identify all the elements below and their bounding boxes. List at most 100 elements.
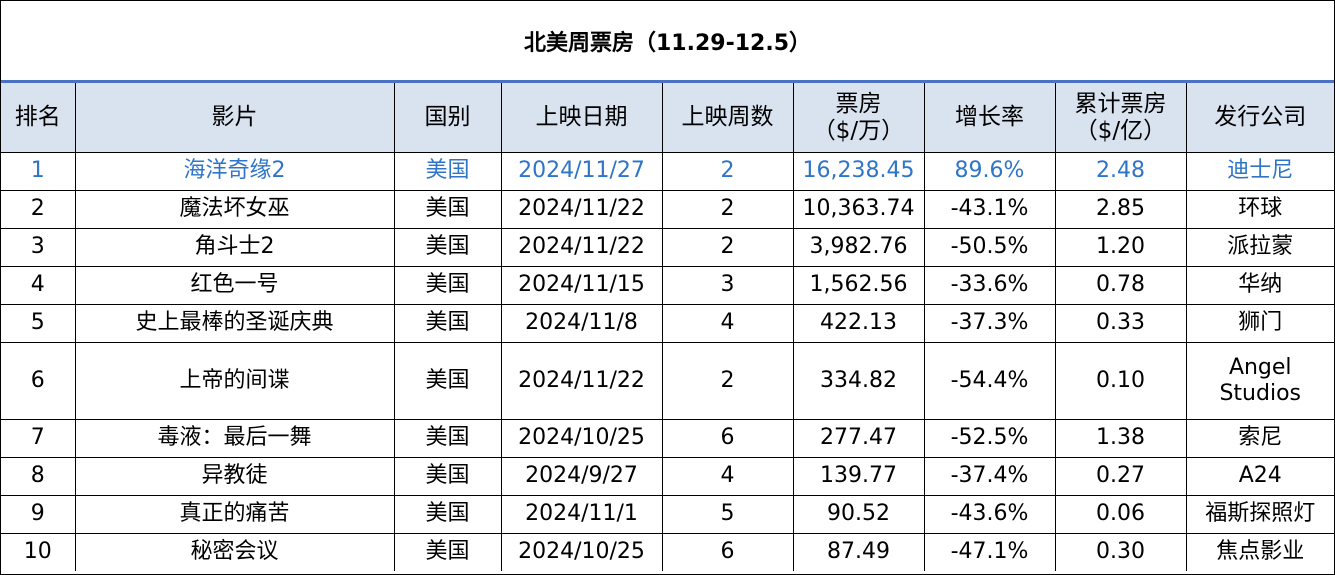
cell-distributor: 狮门: [1185, 304, 1334, 343]
cell-release-date: 2024/10/25: [500, 419, 663, 458]
cell-rank: 1: [1, 152, 76, 191]
cell-cumulative: 0.06: [1054, 495, 1187, 534]
cell-distributor: 福斯探照灯: [1185, 495, 1334, 534]
cell-release-date: 2024/10/25: [500, 533, 663, 571]
header-cumulative: 累计票房 （$/亿）: [1054, 83, 1187, 153]
cell-weeks: 2: [661, 152, 794, 191]
cell-weeks: 6: [661, 533, 794, 571]
cell-growth: -37.4%: [923, 457, 1056, 496]
cell-weeks: 2: [661, 342, 794, 420]
cell-film: 上帝的间谍: [74, 342, 395, 420]
cell-distributor: 华纳: [1185, 266, 1334, 305]
cell-film: 史上最棒的圣诞庆典: [74, 304, 395, 343]
cell-weeks: 4: [661, 457, 794, 496]
cell-film: 海洋奇缘2: [74, 152, 395, 191]
cell-country: 美国: [393, 533, 502, 571]
cell-country: 美国: [393, 457, 502, 496]
cell-distributor: 环球: [1185, 190, 1334, 229]
cell-release-date: 2024/11/22: [500, 190, 663, 229]
cell-box-office: 16,238.45: [792, 152, 925, 191]
cell-cumulative: 0.33: [1054, 304, 1187, 343]
cell-growth: -37.3%: [923, 304, 1056, 343]
table-row: 5 史上最棒的圣诞庆典 美国 2024/11/8 4 422.13 -37.3%…: [1, 304, 1334, 343]
table-row: 4 红色一号 美国 2024/11/15 3 1,562.56 -33.6% 0…: [1, 266, 1334, 305]
cell-box-office: 277.47: [792, 419, 925, 458]
cell-cumulative: 1.20: [1054, 228, 1187, 267]
cell-rank: 6: [1, 342, 76, 420]
cell-cumulative: 1.38: [1054, 419, 1187, 458]
cell-release-date: 2024/11/22: [500, 228, 663, 267]
header-box-office-line2: （$/万）: [812, 117, 905, 144]
table-row: 1 海洋奇缘2 美国 2024/11/27 2 16,238.45 89.6% …: [1, 152, 1334, 191]
cell-weeks: 5: [661, 495, 794, 534]
cell-cumulative: 2.85: [1054, 190, 1187, 229]
cell-rank: 8: [1, 457, 76, 496]
header-box-office-line1: 票房: [835, 91, 882, 118]
cell-growth: 89.6%: [923, 152, 1056, 191]
header-cumulative-line2: （$/亿）: [1074, 117, 1167, 144]
header-growth: 增长率: [923, 83, 1056, 153]
cell-rank: 5: [1, 304, 76, 343]
cell-weeks: 3: [661, 266, 794, 305]
cell-film: 红色一号: [74, 266, 395, 305]
header-weeks: 上映周数: [661, 83, 794, 153]
table-row: 10 秘密会议 美国 2024/10/25 6 87.49 -47.1% 0.3…: [1, 533, 1334, 571]
cell-growth: -50.5%: [923, 228, 1056, 267]
cell-cumulative: 2.48: [1054, 152, 1187, 191]
cell-country: 美国: [393, 228, 502, 267]
box-office-table-frame: 北美周票房（11.29-12.5） 排名 影片 国别 上映日期 上映周数 票房 …: [0, 0, 1335, 575]
box-office-table: 排名 影片 国别 上映日期 上映周数 票房 （$/万） 增长率 累计票房 （$/…: [1, 83, 1334, 571]
cell-distributor: A24: [1185, 457, 1334, 496]
cell-distributor: 焦点影业: [1185, 533, 1334, 571]
cell-film: 魔法坏女巫: [74, 190, 395, 229]
header-rank: 排名: [1, 83, 76, 153]
header-country: 国别: [393, 83, 502, 153]
cell-cumulative: 0.30: [1054, 533, 1187, 571]
header-box-office: 票房 （$/万）: [792, 83, 925, 153]
cell-release-date: 2024/9/27: [500, 457, 663, 496]
cell-growth: -33.6%: [923, 266, 1056, 305]
cell-box-office: 87.49: [792, 533, 925, 571]
cell-cumulative: 0.10: [1054, 342, 1187, 420]
cell-box-office: 1,562.56: [792, 266, 925, 305]
table-row: 9 真正的痛苦 美国 2024/11/1 5 90.52 -43.6% 0.06…: [1, 495, 1334, 534]
cell-release-date: 2024/11/1: [500, 495, 663, 534]
cell-weeks: 2: [661, 190, 794, 229]
cell-distributor: Angel Studios: [1185, 342, 1334, 420]
cell-release-date: 2024/11/8: [500, 304, 663, 343]
cell-film: 毒液：最后一舞: [74, 419, 395, 458]
table-row: 6 上帝的间谍 美国 2024/11/22 2 334.82 -54.4% 0.…: [1, 342, 1334, 420]
cell-country: 美国: [393, 266, 502, 305]
cell-country: 美国: [393, 495, 502, 534]
cell-growth: -54.4%: [923, 342, 1056, 420]
cell-rank: 4: [1, 266, 76, 305]
header-distributor: 发行公司: [1185, 83, 1334, 153]
cell-rank: 7: [1, 419, 76, 458]
table-row: 8 异教徒 美国 2024/9/27 4 139.77 -37.4% 0.27 …: [1, 457, 1334, 496]
cell-growth: -47.1%: [923, 533, 1056, 571]
cell-rank: 3: [1, 228, 76, 267]
cell-weeks: 4: [661, 304, 794, 343]
cell-cumulative: 0.78: [1054, 266, 1187, 305]
cell-country: 美国: [393, 304, 502, 343]
cell-distributor: 索尼: [1185, 419, 1334, 458]
cell-weeks: 6: [661, 419, 794, 458]
cell-cumulative: 0.27: [1054, 457, 1187, 496]
table-row: 7 毒液：最后一舞 美国 2024/10/25 6 277.47 -52.5% …: [1, 419, 1334, 458]
cell-weeks: 2: [661, 228, 794, 267]
cell-distributor: 派拉蒙: [1185, 228, 1334, 267]
cell-box-office: 334.82: [792, 342, 925, 420]
cell-country: 美国: [393, 190, 502, 229]
cell-release-date: 2024/11/27: [500, 152, 663, 191]
cell-film: 秘密会议: [74, 533, 395, 571]
cell-rank: 2: [1, 190, 76, 229]
cell-box-office: 3,982.76: [792, 228, 925, 267]
cell-distributor: 迪士尼: [1185, 152, 1334, 191]
cell-box-office: 90.52: [792, 495, 925, 534]
cell-box-office: 10,363.74: [792, 190, 925, 229]
cell-film: 角斗士2: [74, 228, 395, 267]
cell-film: 真正的痛苦: [74, 495, 395, 534]
cell-box-office: 422.13: [792, 304, 925, 343]
header-row: 排名 影片 国别 上映日期 上映周数 票房 （$/万） 增长率 累计票房 （$/…: [1, 83, 1334, 153]
cell-country: 美国: [393, 152, 502, 191]
